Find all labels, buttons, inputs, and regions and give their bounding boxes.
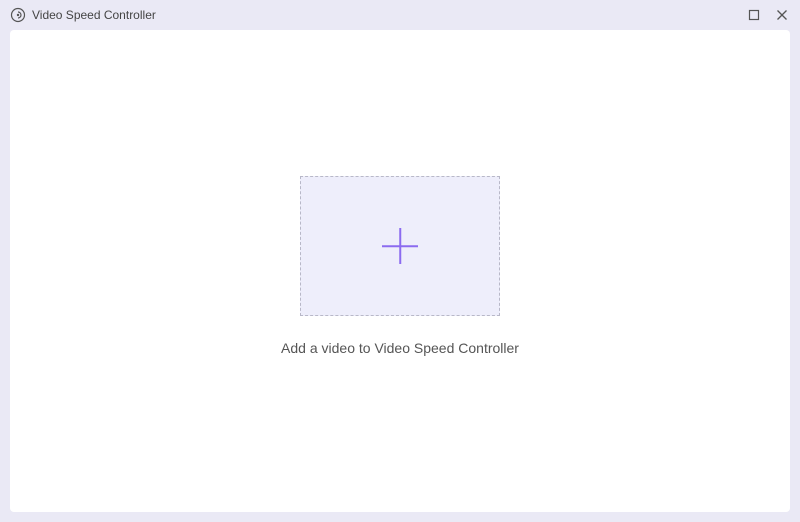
window-controls xyxy=(746,7,790,23)
content-panel: Add a video to Video Speed Controller xyxy=(10,30,790,512)
add-video-dropzone[interactable] xyxy=(300,176,500,316)
titlebar: Video Speed Controller xyxy=(0,0,800,30)
app-icon xyxy=(10,7,26,23)
maximize-button[interactable] xyxy=(746,7,762,23)
app-title: Video Speed Controller xyxy=(32,8,156,22)
titlebar-left: Video Speed Controller xyxy=(10,7,746,23)
instruction-text: Add a video to Video Speed Controller xyxy=(281,340,519,356)
close-button[interactable] xyxy=(774,7,790,23)
plus-icon xyxy=(380,226,420,266)
